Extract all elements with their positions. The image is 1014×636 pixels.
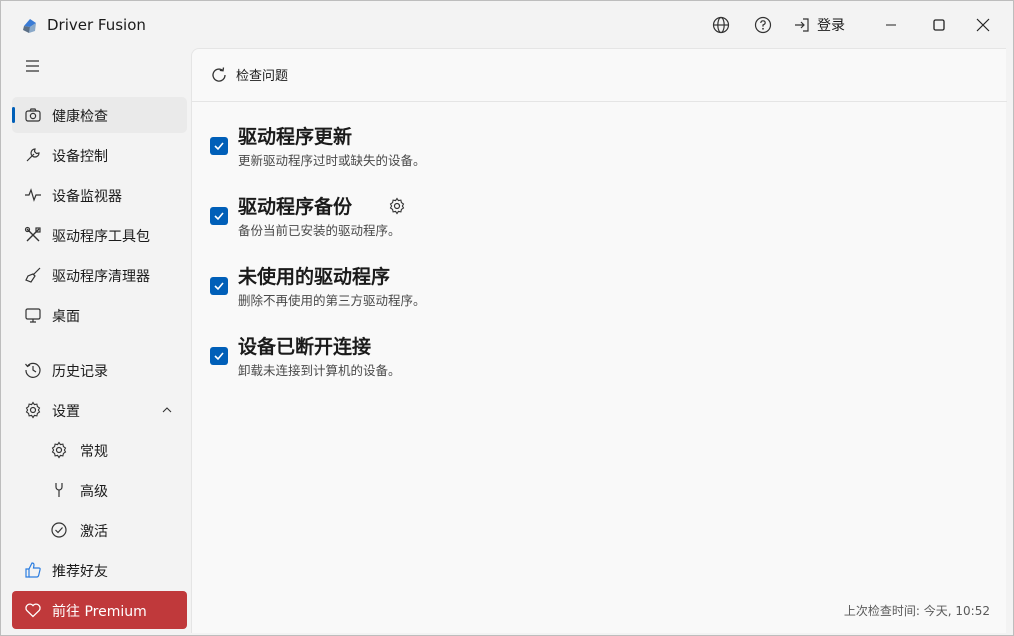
title-bar: Driver Fusion 登录 [1, 1, 1013, 49]
heart-icon [25, 603, 41, 618]
sidebar-item-label: 设备控制 [52, 149, 108, 165]
sidebar-item-desktop[interactable]: 桌面 [12, 297, 187, 333]
sidebar-item-history[interactable]: 历史记录 [12, 352, 187, 388]
sidebar-item-label: 推荐好友 [52, 564, 108, 580]
sign-in-icon [795, 18, 809, 32]
gear-icon [25, 401, 41, 419]
sidebar-item-label: 驱动程序清理器 [52, 269, 150, 285]
task-disconnected-devices: 设备已断开连接 卸载未连接到计算机的设备。 [210, 336, 810, 393]
task-title: 设备已断开连接 [238, 336, 372, 358]
language-button[interactable] [709, 13, 733, 37]
sidebar-item-label: 驱动程序工具包 [52, 229, 150, 245]
history-icon [25, 362, 41, 378]
task-checkbox[interactable] [210, 277, 228, 295]
advanced-icon [55, 483, 63, 497]
maximize-button[interactable] [925, 11, 953, 39]
sidebar-item-label: 历史记录 [52, 364, 108, 380]
sidebar-item-health-check[interactable]: 健康检查 [12, 97, 187, 133]
main-content: 检查问题 驱动程序更新 更新驱动程序过时或缺失的设备。 驱动程序备份 备份当前已… [191, 48, 1007, 633]
monitor-icon [25, 308, 41, 323]
task-unused-drivers: 未使用的驱动程序 删除不再使用的第三方驱动程序。 [210, 266, 810, 323]
sidebar-item-label: 常规 [80, 444, 108, 460]
check-issues-button[interactable]: 检查问题 [210, 65, 288, 84]
sidebar-item-label: 设备监视器 [52, 189, 122, 205]
sidebar-item-label: 高级 [80, 484, 108, 500]
premium-button[interactable]: 前往 Premium [12, 591, 187, 629]
app-logo-icon [23, 19, 36, 33]
gear-icon [51, 441, 67, 459]
sidebar-item-general[interactable]: 常规 [12, 432, 187, 468]
sidebar-item-driver-toolkit[interactable]: 驱动程序工具包 [12, 217, 187, 253]
task-checkbox[interactable] [210, 137, 228, 155]
minimize-button[interactable] [877, 11, 905, 39]
sidebar-item-label: 激活 [80, 524, 108, 540]
task-driver-update: 驱动程序更新 更新驱动程序过时或缺失的设备。 [210, 126, 810, 183]
sidebar-item-advanced[interactable]: 高级 [12, 472, 187, 508]
task-title: 驱动程序更新 [238, 126, 353, 148]
premium-label: 前往 Premium [52, 604, 147, 620]
chevron-up-icon [162, 407, 172, 413]
task-description: 删除不再使用的第三方驱动程序。 [238, 293, 426, 308]
checkmark-icon [214, 142, 224, 151]
pulse-icon [25, 188, 41, 202]
help-button[interactable] [751, 13, 775, 37]
sidebar-item-recommend-friend[interactable]: 推荐好友 [12, 552, 187, 588]
wrench-icon [26, 148, 40, 162]
backup-settings-gear-icon[interactable] [388, 197, 406, 215]
task-title: 驱动程序备份 [238, 196, 353, 218]
task-driver-backup: 驱动程序备份 备份当前已安装的驱动程序。 [210, 196, 810, 253]
content-toolbar: 检查问题 [192, 49, 1007, 102]
active-indicator [12, 107, 15, 123]
camera-icon [25, 108, 41, 122]
sidebar-item-device-monitor[interactable]: 设备监视器 [12, 177, 187, 213]
app-title: Driver Fusion [47, 16, 146, 34]
close-button[interactable] [969, 11, 997, 39]
checkmark-icon [214, 212, 224, 221]
sidebar-item-device-control[interactable]: 设备控制 [12, 137, 187, 173]
refresh-icon [212, 66, 226, 82]
close-icon [976, 18, 990, 32]
sidebar-item-label: 健康检查 [52, 109, 108, 125]
help-icon [754, 16, 772, 34]
task-checkbox[interactable] [210, 347, 228, 365]
sidebar-item-activation[interactable]: 激活 [12, 512, 187, 548]
thumbs-up-icon [25, 562, 41, 578]
task-description: 卸载未连接到计算机的设备。 [238, 363, 401, 378]
task-description: 更新驱动程序过时或缺失的设备。 [238, 153, 426, 168]
hamburger-menu-icon[interactable] [23, 56, 43, 76]
sidebar-item-label: 桌面 [52, 309, 80, 325]
maximize-icon [933, 19, 945, 31]
sidebar-item-driver-cleaner[interactable]: 驱动程序清理器 [12, 257, 187, 293]
sidebar-item-label: 设置 [52, 404, 80, 420]
minimize-icon [886, 24, 896, 26]
task-checkbox[interactable] [210, 207, 228, 225]
app-window: Driver Fusion 登录 健康检查 设备控制 设备监视器 驱动程序工具包… [0, 0, 1014, 636]
login-button[interactable]: 登录 [793, 15, 845, 35]
globe-icon [712, 16, 730, 34]
tools-icon [24, 226, 41, 242]
login-label: 登录 [817, 18, 845, 34]
check-issues-label: 检查问题 [236, 69, 289, 84]
task-title: 未使用的驱动程序 [238, 266, 391, 288]
sidebar-item-settings[interactable]: 设置 [12, 392, 187, 428]
checkmark-icon [214, 352, 224, 361]
broom-icon [25, 267, 41, 283]
check-circle-icon [51, 522, 67, 538]
task-description: 备份当前已安装的驱动程序。 [238, 223, 401, 238]
checkmark-icon [214, 282, 224, 291]
last-check-status: 上次检查时间: 今天, 10:52 [843, 604, 990, 618]
